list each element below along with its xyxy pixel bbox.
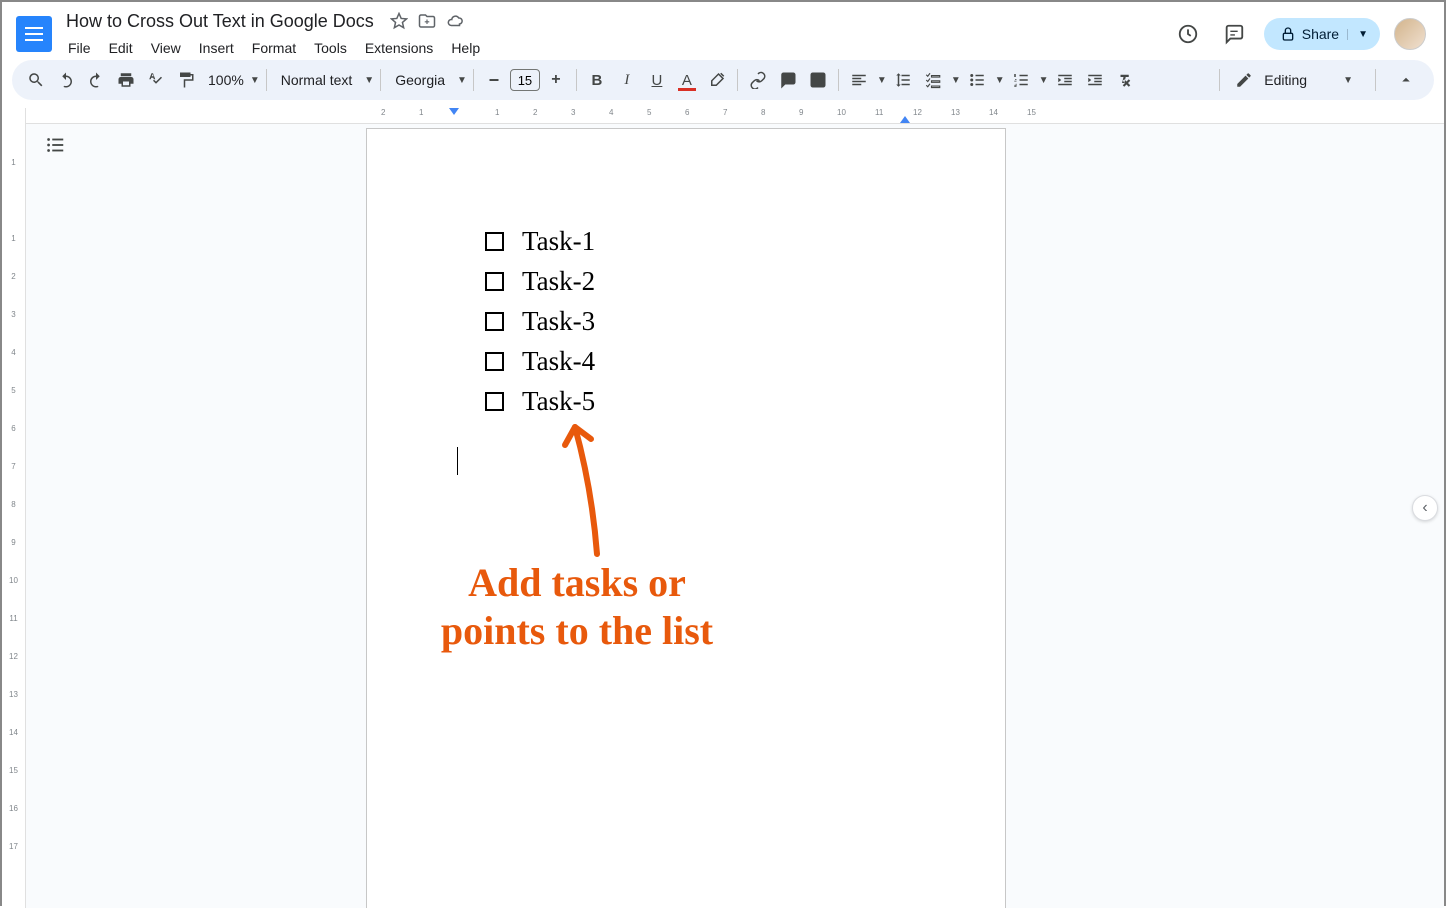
increase-font-icon[interactable]: + — [542, 66, 570, 94]
share-label: Share — [1302, 26, 1339, 42]
font-dropdown-icon[interactable]: ▼ — [457, 75, 467, 86]
paint-format-icon[interactable] — [172, 66, 200, 94]
insert-link-icon[interactable] — [744, 66, 772, 94]
add-comment-icon[interactable] — [774, 66, 802, 94]
menu-extensions[interactable]: Extensions — [357, 36, 441, 60]
redo-icon[interactable] — [82, 66, 110, 94]
highlight-icon[interactable] — [703, 66, 731, 94]
move-folder-icon[interactable] — [418, 12, 436, 30]
increase-indent-icon[interactable] — [1081, 66, 1109, 94]
insert-image-icon[interactable] — [804, 66, 832, 94]
checklist-item[interactable]: Task-4 — [485, 341, 595, 381]
numbered-list-icon[interactable] — [1007, 66, 1035, 94]
annotation-text: Add tasks or points to the list — [367, 559, 787, 655]
editing-mode-label[interactable]: Editing — [1264, 72, 1307, 88]
zoom-dropdown-icon[interactable]: ▼ — [250, 75, 260, 86]
share-dropdown-icon[interactable]: ▼ — [1347, 29, 1368, 40]
annotation-line1: Add tasks or — [367, 559, 787, 607]
document-area[interactable]: 21123456789101112131415 Task-1 Task-2 Task… — [26, 108, 1444, 908]
checklist-item[interactable]: Task-1 — [485, 221, 595, 261]
share-button[interactable]: Share ▼ — [1264, 18, 1380, 50]
workspace: 11234567891011121314151617 2112345678910… — [2, 108, 1444, 908]
document-page[interactable]: Task-1Task-2Task-3Task-4Task-5 Add tasks… — [366, 128, 1006, 908]
checkbox-icon[interactable] — [485, 392, 504, 411]
checklist-item-label: Task-4 — [522, 346, 595, 377]
checkbox-icon[interactable] — [485, 352, 504, 371]
paragraph-style[interactable]: Normal text — [273, 72, 361, 88]
style-dropdown-icon[interactable]: ▼ — [364, 75, 374, 86]
star-icon[interactable] — [390, 12, 408, 30]
comment-icon[interactable] — [1218, 18, 1250, 50]
bulleted-list-icon[interactable] — [963, 66, 991, 94]
header-right: Share ▼ — [1172, 18, 1434, 50]
font-family[interactable]: Georgia — [387, 72, 453, 88]
horizontal-ruler: 21123456789101112131415 — [26, 108, 1444, 124]
docs-logo-icon[interactable] — [16, 16, 52, 52]
checklist-icon[interactable] — [919, 66, 947, 94]
checklist-item[interactable]: Task-2 — [485, 261, 595, 301]
menu-help[interactable]: Help — [443, 36, 488, 60]
titlebar: How to Cross Out Text in Google Docs Fil… — [2, 2, 1444, 60]
undo-icon[interactable] — [52, 66, 80, 94]
checkbox-icon[interactable] — [485, 232, 504, 251]
print-icon[interactable] — [112, 66, 140, 94]
bold-icon[interactable]: B — [583, 66, 611, 94]
align-dropdown-icon[interactable]: ▼ — [877, 75, 887, 86]
zoom-label[interactable]: 100% — [202, 72, 246, 88]
editing-mode-icon[interactable] — [1230, 66, 1258, 94]
search-menus-icon[interactable] — [22, 66, 50, 94]
checkbox-icon[interactable] — [485, 312, 504, 331]
toolbar: 100% ▼ Normal text ▼ Georgia ▼ − 15 + B … — [12, 60, 1434, 100]
menu-view[interactable]: View — [143, 36, 189, 60]
checkbox-icon[interactable] — [485, 272, 504, 291]
menu-edit[interactable]: Edit — [101, 36, 141, 60]
collapse-toolbar-icon[interactable] — [1392, 66, 1420, 94]
menu-insert[interactable]: Insert — [191, 36, 242, 60]
side-panel-toggle-icon[interactable]: ‹ — [1412, 495, 1438, 521]
decrease-font-icon[interactable]: − — [480, 66, 508, 94]
numbered-dropdown-icon[interactable]: ▼ — [1039, 75, 1049, 86]
menu-file[interactable]: File — [60, 36, 99, 60]
checklist-item-label: Task-1 — [522, 226, 595, 257]
menu-format[interactable]: Format — [244, 36, 304, 60]
user-avatar[interactable] — [1394, 18, 1426, 50]
bullet-dropdown-icon[interactable]: ▼ — [995, 75, 1005, 86]
right-indent-marker[interactable] — [900, 116, 910, 123]
spellcheck-icon[interactable] — [142, 66, 170, 94]
cloud-status-icon[interactable] — [446, 12, 464, 30]
checklist-dropdown-icon[interactable]: ▼ — [951, 75, 961, 86]
checklist-item[interactable]: Task-3 — [485, 301, 595, 341]
align-icon[interactable] — [845, 66, 873, 94]
checklist-item-label: Task-3 — [522, 306, 595, 337]
text-color-icon[interactable]: A — [673, 66, 701, 94]
vertical-ruler: 11234567891011121314151617 — [2, 108, 26, 908]
history-icon[interactable] — [1172, 18, 1204, 50]
underline-icon[interactable]: U — [643, 66, 671, 94]
line-spacing-icon[interactable] — [889, 66, 917, 94]
title-area: How to Cross Out Text in Google Docs Fil… — [60, 8, 1172, 60]
clear-format-icon[interactable] — [1111, 66, 1139, 94]
checklist: Task-1Task-2Task-3Task-4Task-5 — [485, 221, 595, 421]
annotation-line2: points to the list — [367, 607, 787, 655]
menubar: File Edit View Insert Format Tools Exten… — [60, 36, 1172, 60]
italic-icon[interactable]: I — [613, 66, 641, 94]
document-title[interactable]: How to Cross Out Text in Google Docs — [60, 9, 380, 34]
editing-dropdown-icon[interactable]: ▼ — [1343, 75, 1353, 86]
first-line-indent-marker[interactable] — [449, 108, 459, 115]
decrease-indent-icon[interactable] — [1051, 66, 1079, 94]
menu-tools[interactable]: Tools — [306, 36, 355, 60]
font-size-input[interactable]: 15 — [510, 69, 540, 91]
text-cursor — [457, 447, 458, 475]
show-outline-icon[interactable] — [44, 134, 66, 161]
annotation-arrow — [557, 409, 617, 559]
checklist-item-label: Task-2 — [522, 266, 595, 297]
